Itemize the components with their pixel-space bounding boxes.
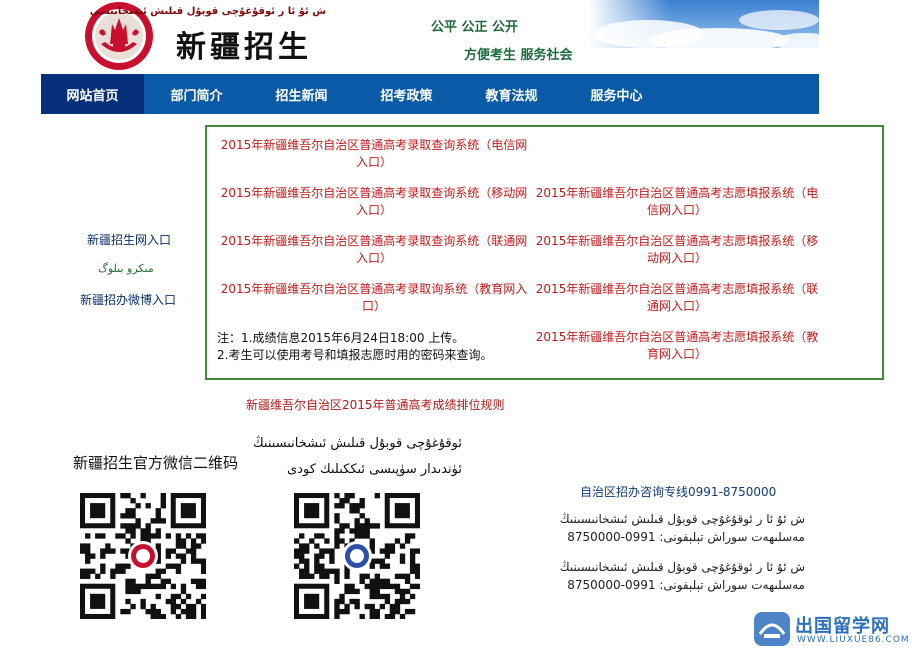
sky-banner-image xyxy=(589,0,819,48)
admission-query-edu-link[interactable]: 2015年新疆维吾尔自治区普通高考录取询系统（教育网入口） xyxy=(219,281,529,315)
consult-hotline: 自治区招办咨询专线0991-8750000 xyxy=(580,485,777,499)
uyghur-hotline-1-line-a: ش ئۇ ئا ر ئوقۇغۇچى قوبۇل قىلىش ئىشخانىسى… xyxy=(559,512,805,526)
admission-query-unicom-link[interactable]: 2015年新疆维吾尔自治区普通高考录取查询系统（联通网入口） xyxy=(219,233,529,267)
nav-home[interactable]: 网站首页 xyxy=(41,74,144,114)
micro-blog-link-uyghur[interactable]: مىكرو بىلوگ xyxy=(98,262,154,275)
uyghur-hotline-1: ش ئۇ ئا ر ئوقۇغۇچى قوبۇل قىلىش ئىشخانىسى… xyxy=(535,510,805,546)
note-line-2: 2.考生可以使用考号和填报志愿时用的密码来查询。 xyxy=(217,348,493,362)
watermark-url: WWW.LIUXUE86.COM xyxy=(797,635,910,645)
nav-service[interactable]: 服务中心 xyxy=(564,74,669,114)
admission-query-telecom-link[interactable]: 2015年新疆维吾尔自治区普通高考录取查询系统（电信网入口） xyxy=(219,137,529,171)
application-system-edu-link[interactable]: 2015年新疆维吾尔自治区普通高考志愿填报系统（教育网入口） xyxy=(532,329,822,363)
slogan-line-1: 公平 公正 公开 xyxy=(431,20,519,35)
nav-news[interactable]: 招生新闻 xyxy=(249,74,354,114)
uyghur-hotline-2-line-b: مەسلىھەت سوراش تېلېفونى: 0991-8750000 xyxy=(567,578,805,592)
wechat-qr-caption: 新疆招生官方微信二维码 xyxy=(73,454,239,472)
xinjiang-admission-portal-link[interactable]: 新疆招生网入口 xyxy=(87,231,171,248)
site-title: 新疆招生 xyxy=(176,30,312,65)
application-system-unicom-link[interactable]: 2015年新疆维吾尔自治区普通高考志愿填报系统（联通网入口） xyxy=(532,281,822,315)
nav-policy[interactable]: 招考政策 xyxy=(354,74,459,114)
uyghur-qr-caption-line-2: ئۈندىدار سۈپىسى ئىككىلىك كودى xyxy=(287,462,462,477)
wechat-qr-code-1 xyxy=(80,493,206,619)
uyghur-hotline-2-line-a: ش ئۇ ئا ر ئوقۇغۇچى قوبۇل قىلىش ئىشخانىسى… xyxy=(559,560,805,574)
application-system-mobile-link[interactable]: 2015年新疆维吾尔自治区普通高考志愿填报系统（移动网入口） xyxy=(532,233,822,267)
nav-regulations[interactable]: 教育法规 xyxy=(459,74,564,114)
admission-query-mobile-link[interactable]: 2015年新疆维吾尔自治区普通高考录取查询系统（移动网入口） xyxy=(219,185,529,219)
site-header: ش ئۇ ئا ر ئوقۇغۇچى قوبۇل قىلىش ئىشخانىسى… xyxy=(41,0,819,74)
slogan-line-2: 方便考生 服务社会 xyxy=(464,48,573,63)
query-links-panel: 2015年新疆维吾尔自治区普通高考录取查询系统（电信网入口） 2015年新疆维吾… xyxy=(205,125,884,380)
main-nav: 网站首页 部门简介 招生新闻 招考政策 教育法规 服务中心 xyxy=(41,74,819,114)
nav-about[interactable]: 部门简介 xyxy=(144,74,249,114)
query-note: 注：1.成绩信息2015年6月24日18:00 上传。 2.考生可以使用考号和填… xyxy=(217,330,492,364)
uyghur-org-name: ش ئۇ ئا ر ئوقۇغۇچى قوبۇل قىلىش ئىشخانىسى xyxy=(89,6,326,17)
weibo-portal-link[interactable]: 新疆招办微博入口 xyxy=(80,291,176,308)
wechat-qr-code-2 xyxy=(294,493,420,619)
score-ranking-rules-link[interactable]: 新疆维吾尔自治区2015年普通高考成绩排位规则 xyxy=(246,396,505,413)
uyghur-qr-caption-line-1: ئوقۇغۇچى قوبۇل قىلىش ئىشخانىسىنىڭ xyxy=(252,436,462,451)
uyghur-hotline-1-line-b: مەسلىھەت سوراش تېلېفونى: 0991-8750000 xyxy=(567,530,805,544)
note-line-1: 注：1.成绩信息2015年6月24日18:00 上传。 xyxy=(217,331,465,345)
application-system-telecom-link[interactable]: 2015年新疆维吾尔自治区普通高考志愿填报系统（电信网入口） xyxy=(532,185,822,219)
uyghur-hotline-2: ش ئۇ ئا ر ئوقۇغۇچى قوبۇل قىلىش ئىشخانىسى… xyxy=(535,558,805,594)
